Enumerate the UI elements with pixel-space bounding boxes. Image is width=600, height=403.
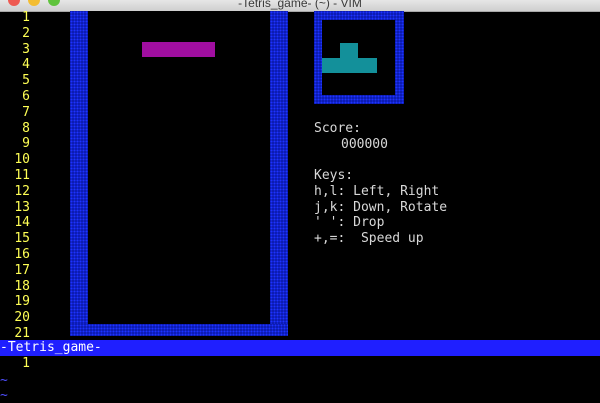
key-binding: j,k: Down, Rotate (314, 200, 448, 215)
key-binding: +,=: Speed up (314, 231, 424, 246)
command-line-number: 1 (22, 356, 30, 371)
line-number: 12 (14, 183, 30, 199)
playfield-interior (88, 11, 270, 324)
line-number: 2 (22, 25, 30, 41)
line-number: 15 (14, 231, 30, 247)
key-binding: ' ': Drop (314, 215, 385, 230)
line-number: 19 (14, 294, 30, 310)
score-label: Score: (314, 121, 361, 136)
line-number: 4 (22, 57, 30, 73)
line-number: 5 (22, 73, 30, 89)
next-piece-block (340, 43, 358, 58)
line-number: 3 (22, 41, 30, 57)
score-value: 000000 (341, 137, 388, 152)
line-number: 1 (22, 10, 30, 25)
line-number: 7 (22, 104, 30, 120)
line-number: 6 (22, 88, 30, 104)
falling-piece (142, 42, 215, 57)
playfield-left-wall (70, 11, 88, 336)
line-number: 20 (14, 310, 30, 326)
empty-line-tilde: ~ (0, 388, 8, 403)
key-binding: h,l: Left, Right (314, 184, 440, 199)
line-number: 11 (14, 167, 30, 183)
line-number: 18 (14, 278, 30, 294)
line-number: 10 (14, 152, 30, 168)
empty-line-tilde: ~ (0, 373, 8, 388)
keys-heading: Keys: (314, 168, 354, 183)
next-piece-block (322, 58, 377, 73)
line-number: 13 (14, 199, 30, 215)
line-number: 14 (14, 215, 30, 231)
playfield-right-wall (270, 11, 288, 336)
window-title: -Tetris_game- (~) - VIM (238, 0, 362, 10)
line-number-gutter: 1 2 3 4 5 6 7 8 9 10 11 12 13 14 15 16 17 18 19 20 21 (0, 10, 30, 342)
line-number: 9 (22, 136, 30, 152)
vim-status-line: -Tetris_game- (0, 340, 600, 356)
line-number: 16 (14, 246, 30, 262)
line-number: 8 (22, 120, 30, 136)
line-number: 17 (14, 262, 30, 278)
playfield-floor (70, 324, 288, 336)
